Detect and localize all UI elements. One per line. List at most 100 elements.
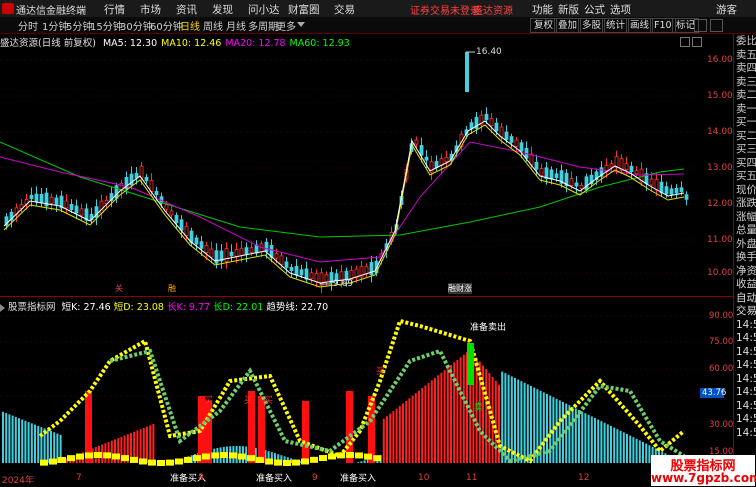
- menu-item-quotes[interactable]: 行情: [104, 2, 125, 17]
- menu-item-market[interactable]: 市场: [140, 2, 161, 17]
- ind-bar-11: [37, 425, 40, 463]
- candle-body-103: [519, 142, 524, 152]
- yellow-block-12: [148, 459, 156, 466]
- menu-item-discover[interactable]: 发现: [212, 2, 233, 17]
- side-panel-item-17[interactable]: 净资: [736, 265, 756, 277]
- multi-stock-button[interactable]: 多股: [578, 18, 606, 33]
- candlestick-chart[interactable]: [0, 47, 733, 294]
- side-panel-item-6[interactable]: 买一: [736, 116, 756, 128]
- candle-body-109: [549, 169, 554, 180]
- period-more[interactable]: 更多: [276, 18, 296, 33]
- zoom-in-icon[interactable]: [680, 37, 690, 47]
- guest-label[interactable]: 游客: [716, 2, 737, 17]
- period-30min[interactable]: 30分钟: [120, 18, 153, 33]
- login-warning[interactable]: 证券交易未登录: [410, 2, 480, 17]
- side-panel-item-24[interactable]: 14:50: [736, 359, 756, 371]
- draw-button[interactable]: 画线: [626, 18, 654, 33]
- side-panel-item-3[interactable]: 卖三: [736, 76, 756, 88]
- side-panel-item-21[interactable]: 14:50: [736, 319, 756, 331]
- candle-body-41: [209, 248, 214, 258]
- menu-item-wealth[interactable]: 财富圈: [288, 2, 320, 17]
- date-month-9: 9: [312, 473, 318, 483]
- side-panel-item-27[interactable]: 14:50: [736, 400, 756, 412]
- period-1min[interactable]: 1分钟: [42, 18, 68, 33]
- ind-bar-14: [46, 429, 49, 463]
- side-panel-item-25[interactable]: 14:50: [736, 373, 756, 385]
- yellow-block-11: [139, 458, 147, 465]
- period-5min[interactable]: 5分钟: [66, 18, 92, 33]
- adjust-button[interactable]: 复权: [530, 18, 558, 33]
- side-panel-item-28[interactable]: 14:50: [736, 413, 756, 425]
- side-panel-item-1[interactable]: 卖五: [736, 49, 756, 61]
- event-mark-2[interactable]: 融: [168, 283, 176, 294]
- candle-body-62: [314, 272, 319, 282]
- side-panel-item-23[interactable]: 14:50: [736, 346, 756, 358]
- window-icon[interactable]: [710, 19, 723, 32]
- side-panel-item-5[interactable]: 卖一: [736, 103, 756, 115]
- layout-icon[interactable]: [694, 19, 707, 32]
- side-panel-item-19[interactable]: 自动: [736, 292, 756, 304]
- side-panel-item-8[interactable]: 买三: [736, 143, 756, 155]
- side-panel-item-29[interactable]: 14:50: [736, 427, 756, 439]
- candle-body-72: [364, 266, 369, 275]
- side-panel-item-16[interactable]: 换手: [736, 251, 756, 263]
- side-panel-item-7[interactable]: 买二: [736, 130, 756, 142]
- ind-bar-201: [645, 443, 648, 463]
- ind-bar-183: [587, 414, 590, 463]
- prepare-buy-label-2: 准备买入: [256, 474, 293, 484]
- period-60min[interactable]: 60分钟: [150, 18, 183, 33]
- side-panel-item-10[interactable]: 买五: [736, 170, 756, 182]
- yellow-block-36: [364, 453, 372, 460]
- candle-body-88: [444, 156, 449, 163]
- candle-body-42: [214, 250, 219, 264]
- ind-bar-187: [600, 421, 603, 463]
- indicator-info-line: 股票指标网 短K: 27.46 短D: 23.08 长K: 9.77 长D: 22.0…: [0, 299, 328, 313]
- side-panel-item-11[interactable]: 现价: [736, 184, 756, 196]
- side-panel-item-12[interactable]: 涨跌: [736, 197, 756, 209]
- candle-body-6: [34, 193, 39, 202]
- side-panel-item-4[interactable]: 卖二: [736, 89, 756, 101]
- menu-item-news[interactable]: 资讯: [176, 2, 197, 17]
- more-chevron-icon[interactable]: [297, 22, 305, 27]
- side-panel-item-2[interactable]: 卖四: [736, 62, 756, 74]
- event-mark-3[interactable]: 融财涨: [448, 283, 472, 294]
- sell-label: 卖: [474, 403, 484, 413]
- overlay-button[interactable]: 叠加: [554, 18, 582, 33]
- side-panel-item-26[interactable]: 14:50: [736, 386, 756, 398]
- ind-bar-186: [597, 419, 600, 463]
- side-panel-item-22[interactable]: 14:50: [736, 332, 756, 344]
- ind-bar-16: [53, 432, 56, 463]
- side-panel-item-0[interactable]: 委比: [736, 35, 756, 47]
- menu-new[interactable]: 新版: [558, 2, 579, 17]
- period-multi[interactable]: 多周期: [248, 18, 278, 33]
- menu-options[interactable]: 选项: [610, 2, 631, 17]
- side-panel-item-9[interactable]: 买四: [736, 157, 756, 169]
- ind-bar-119: [382, 418, 385, 463]
- menu-function[interactable]: 功能: [532, 2, 553, 17]
- ind-bar-142: [456, 359, 459, 463]
- side-panel-item-14[interactable]: 总量: [736, 224, 756, 236]
- indicator-chart[interactable]: [0, 311, 733, 471]
- period-15min[interactable]: 15分钟: [90, 18, 123, 33]
- event-mark-1[interactable]: 关: [115, 283, 123, 294]
- stock-name-header: 盛达资源: [473, 6, 513, 17]
- ind-bar-199: [638, 440, 641, 463]
- candle-body-132: [664, 186, 669, 195]
- menu-item-trade[interactable]: 交易: [334, 2, 355, 17]
- side-panel-item-15[interactable]: 外盘: [736, 238, 756, 250]
- period-daily[interactable]: 日线: [180, 18, 200, 33]
- period-intraday[interactable]: 分时: [18, 18, 38, 33]
- ind-bar-160: [514, 378, 516, 463]
- ind-bar-136: [437, 375, 440, 463]
- zoom-out-icon[interactable]: [692, 37, 702, 47]
- side-panel-item-13[interactable]: 涨幅: [736, 211, 756, 223]
- yellow-block-27: [283, 459, 291, 466]
- period-weekly[interactable]: 周线: [203, 18, 223, 33]
- stats-button[interactable]: 统计: [602, 18, 630, 33]
- menu-item-ask[interactable]: 问小达: [248, 2, 280, 17]
- prepare-buy-label-3: 准备买入: [340, 474, 377, 484]
- menu-formula[interactable]: 公式: [584, 2, 605, 17]
- side-panel-item-18[interactable]: 收益: [736, 278, 756, 290]
- side-panel-item-20[interactable]: 交易: [736, 305, 756, 317]
- period-monthly[interactable]: 月线: [226, 18, 246, 33]
